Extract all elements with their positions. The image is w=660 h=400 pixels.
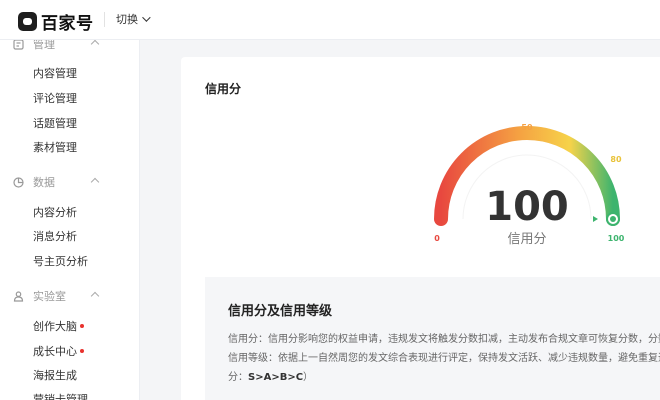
sidebar-section-data[interactable]: 数据 xyxy=(0,172,139,192)
sidebar-item-label: 消息分析 xyxy=(33,230,77,243)
chevron-up-icon xyxy=(90,40,100,49)
info-title: 信用分及信用等级 xyxy=(228,304,333,319)
pie-chart-icon xyxy=(13,176,24,188)
gauge-tick-min: 0 xyxy=(434,234,440,243)
chevron-up-icon xyxy=(90,291,100,301)
sidebar-section-label: 管理 xyxy=(33,40,55,51)
gauge-tick-max: 100 xyxy=(608,234,625,243)
info-grade-suffix: ） xyxy=(303,372,314,383)
credit-score-label: 信用分 xyxy=(507,232,546,247)
sidebar-item-label: 创作大脑 xyxy=(33,320,77,333)
sidebar-item-label: 内容分析 xyxy=(33,206,77,219)
sidebar-item-label: 评论管理 xyxy=(33,92,77,105)
chevron-down-icon xyxy=(142,13,151,22)
info-credit-score-desc: 信用分：信用分影响您的权益申请，违规发文将触发分数扣减，主动发布合规文章可恢复分… xyxy=(228,334,660,345)
sidebar-section-lab[interactable]: 实验室 xyxy=(0,286,139,306)
manage-icon xyxy=(13,40,24,50)
gauge-tick-high: 80 xyxy=(610,155,622,164)
top-bar: 百家号 切换 xyxy=(0,0,660,40)
sidebar-item-label: 号主页分析 xyxy=(33,255,88,268)
sidebar-item-label: 话题管理 xyxy=(33,117,77,130)
sidebar-item-creative-brain[interactable]: 创作大脑 xyxy=(33,318,84,334)
credit-info-panel: 信用分及信用等级 信用分：信用分影响您的权益申请，违规发文将触发分数扣减，主动发… xyxy=(205,277,660,400)
card-title: 信用分 xyxy=(205,82,242,96)
sidebar-item-poster-generator[interactable]: 海报生成 xyxy=(33,367,77,383)
sidebar-item-label: 素材管理 xyxy=(33,141,77,154)
gauge-tick-mid: 50 xyxy=(521,123,533,132)
credit-score-value: 100 xyxy=(485,184,569,230)
sidebar-item-homepage-analysis[interactable]: 号主页分析 xyxy=(33,253,88,269)
sidebar-item-content-manage[interactable]: 内容管理 xyxy=(33,65,77,81)
info-grade-prefix: 分： xyxy=(228,372,248,383)
new-badge-dot xyxy=(80,349,84,353)
switch-label: 切换 xyxy=(116,13,138,26)
info-credit-level-desc: 信用等级：依据上一自然周您的发文综合表现进行评定，保持发文活跃、减少违规数量，避… xyxy=(228,353,660,364)
brand-logo-icon xyxy=(18,12,37,31)
sidebar-section-manage[interactable]: 管理 xyxy=(0,40,139,54)
switch-account-button[interactable]: 切换 xyxy=(116,11,151,27)
sidebar-item-comment-manage[interactable]: 评论管理 xyxy=(33,90,77,106)
sidebar-item-growth-center[interactable]: 成长中心 xyxy=(33,343,84,359)
sidebar-item-label: 成长中心 xyxy=(33,345,77,358)
sidebar: 管理 内容管理 评论管理 话题管理 素材管理 数据 内容分析 消息分析 号主页分… xyxy=(0,40,140,400)
sidebar-item-label: 海报生成 xyxy=(33,369,77,382)
sidebar-item-message-analysis[interactable]: 消息分析 xyxy=(33,228,77,244)
brand-name: 百家号 xyxy=(41,14,94,34)
info-grade-order: 分：S>A>B>C） xyxy=(228,368,313,383)
credit-card: 信用分 0 50 80 100 100 信用分 信用分及信用等级 信用分：信用分… xyxy=(181,57,660,400)
sidebar-item-topic-manage[interactable]: 话题管理 xyxy=(33,115,77,131)
sidebar-item-content-analysis[interactable]: 内容分析 xyxy=(33,204,77,220)
sidebar-section-label: 实验室 xyxy=(33,290,66,303)
brand-logo[interactable]: 百家号 xyxy=(18,9,94,34)
gauge-pointer-arrow xyxy=(593,216,598,222)
sidebar-item-label: 营销卡管理 xyxy=(33,393,88,400)
gauge-pointer-core xyxy=(610,216,616,222)
sidebar-item-marketing-card[interactable]: 营销卡管理 xyxy=(33,391,88,400)
sidebar-item-material-manage[interactable]: 素材管理 xyxy=(33,139,77,155)
lab-icon xyxy=(13,290,24,302)
info-grade-values: S>A>B>C xyxy=(248,372,304,383)
sidebar-item-label: 内容管理 xyxy=(33,67,77,80)
credit-gauge: 0 50 80 100 100 信用分 xyxy=(434,123,625,247)
new-badge-dot xyxy=(80,324,84,328)
chevron-up-icon xyxy=(90,177,100,187)
sidebar-section-label: 数据 xyxy=(33,176,55,189)
header-divider xyxy=(104,12,105,27)
